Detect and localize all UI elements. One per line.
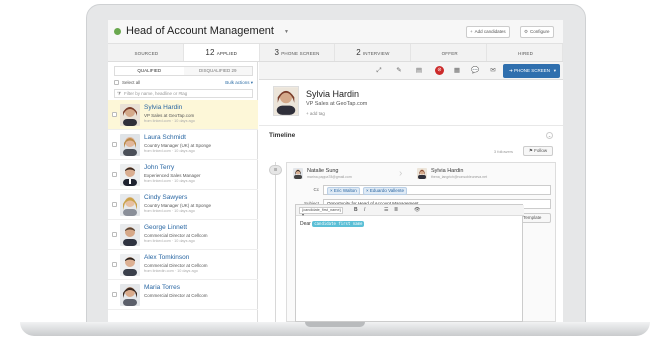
configure-button[interactable]: ⚙ Configure xyxy=(520,26,554,38)
filter-icon: ⧩ xyxy=(117,91,122,96)
gear-icon: ⚙ xyxy=(524,29,529,34)
avatar xyxy=(120,194,140,216)
laptop-notch xyxy=(305,322,365,327)
list-item[interactable]: Maria Torres Commercial Director at Cell… xyxy=(108,280,258,310)
cc-chip[interactable]: × Eric Walton xyxy=(327,187,360,195)
timeline-header: Timeline ⌄ xyxy=(259,126,563,146)
row-checkbox[interactable] xyxy=(112,112,117,117)
list-item[interactable]: Cindy Sawyers Country Manager (UK) at Sp… xyxy=(108,190,258,220)
stage-interview[interactable]: 2 INTERVIEW xyxy=(335,44,412,61)
insert-variable-select[interactable]: {candidate_first_name} ▾ xyxy=(299,207,343,217)
followers-count: 3 followers xyxy=(493,149,513,154)
email-body-editor[interactable]: {candidate_first_name} ▾ B I ☰ ≣ 👁 Dear … xyxy=(295,204,524,322)
disqualify-icon[interactable]: ⊘ xyxy=(435,66,444,75)
calendar-icon[interactable]: ▦ xyxy=(451,65,463,77)
candidate-headline: VP Sales at GeoTap.com xyxy=(306,101,368,107)
bullet-list-icon[interactable]: ≣ xyxy=(394,207,398,213)
profile-photo xyxy=(273,86,299,116)
sender-avatar xyxy=(293,168,303,179)
email-body-text: Dear candidate first name xyxy=(300,221,365,227)
follow-icon: ⚑ xyxy=(528,148,533,153)
qualification-tabs: QUALIFIED DISQUALIFIED 29 xyxy=(114,66,253,76)
arrow-right-icon: › xyxy=(399,168,403,179)
stage-offer[interactable]: OFFER xyxy=(411,44,488,61)
editor-toolbar: {candidate_first_name} ▾ B I ☰ ≣ 👁 xyxy=(296,205,524,217)
bulk-actions-menu[interactable]: Bulk actions ▾ xyxy=(225,80,253,86)
list-item[interactable]: Sylvia Hardin VP Sales at GeoTap.com fro… xyxy=(108,100,258,130)
email-icon[interactable]: ✉ xyxy=(487,65,499,77)
candidate-name: Sylvia Hardin xyxy=(306,89,360,99)
follow-button[interactable]: ⚑ Follow xyxy=(523,146,553,156)
bold-icon[interactable]: B xyxy=(354,207,358,213)
recipient-avatar xyxy=(417,168,427,179)
timeline-title: Timeline xyxy=(269,132,296,139)
avatar xyxy=(120,104,140,126)
stage-applied[interactable]: 12 APPLIED xyxy=(183,44,260,61)
add-candidates-button[interactable]: + Add candidates xyxy=(466,26,510,38)
select-all-checkbox[interactable] xyxy=(114,80,119,85)
row-checkbox[interactable] xyxy=(112,292,117,297)
avatar xyxy=(120,134,140,156)
cc-row: Cc × Eric Walton × Eduardo Vallente xyxy=(293,185,551,195)
tab-qualified[interactable]: QUALIFIED xyxy=(115,67,184,75)
avatar xyxy=(120,284,140,306)
tab-disqualified[interactable]: DISQUALIFIED 29 xyxy=(183,67,252,75)
avatar xyxy=(120,224,140,246)
status-dot xyxy=(114,28,121,35)
candidate-list: Sylvia Hardin VP Sales at GeoTap.com fro… xyxy=(108,100,258,310)
candidate-profile: Sylvia Hardin VP Sales at GeoTap.com + a… xyxy=(259,80,563,126)
select-all-label: Select all xyxy=(122,80,141,85)
avatar xyxy=(120,254,140,276)
row-checkbox[interactable] xyxy=(112,202,117,207)
job-header: Head of Account Management ▼ + Add candid… xyxy=(108,20,563,44)
stage-sourced[interactable]: SOURCED xyxy=(108,44,184,61)
stage-phone-screen[interactable]: 3 PHONE SCREEN xyxy=(260,44,336,61)
chevron-down-icon: ▾ xyxy=(553,68,556,73)
stage-hired[interactable]: HIRED xyxy=(487,44,563,61)
row-checkbox[interactable] xyxy=(112,172,117,177)
arrow-right-icon: ➔ xyxy=(509,68,513,73)
list-item[interactable]: John Terry Experienced Sales Manager fro… xyxy=(108,160,258,190)
chevron-down-icon[interactable]: ▼ xyxy=(284,29,289,35)
numbered-list-icon[interactable]: ☰ xyxy=(384,207,388,213)
document-icon[interactable]: ▤ xyxy=(413,65,425,77)
edit-icon[interactable]: ✎ xyxy=(393,65,405,77)
move-to-phone-screen-button[interactable]: ➔ PHONE SCREEN ▾ xyxy=(503,64,560,78)
cc-chip[interactable]: × Eduardo Vallente xyxy=(362,187,408,195)
cc-field[interactable]: × Eric Walton × Eduardo Vallente xyxy=(323,185,551,195)
job-title[interactable]: Head of Account Management xyxy=(126,25,274,37)
avatar xyxy=(120,164,140,186)
preview-icon[interactable]: 👁 xyxy=(414,207,420,213)
candidate-panel: QUALIFIED DISQUALIFIED 29 Select all Bul… xyxy=(108,62,258,322)
action-toolbar: ⤢ ✎ ▤ ⊘ ▦ 💬 ✉ ➔ PHONE SCREEN ▾ xyxy=(259,62,563,80)
variable-chip: candidate first name xyxy=(312,221,365,227)
row-checkbox[interactable] xyxy=(112,142,117,147)
disqualified-count: 29 xyxy=(231,68,237,73)
app-screen: Head of Account Management ▼ + Add candid… xyxy=(108,20,563,322)
list-item[interactable]: Alex Tomkinson Commercial Director at Ce… xyxy=(108,250,258,280)
select-all-row: Select all Bulk actions ▾ xyxy=(114,79,253,87)
timeline-line xyxy=(275,162,276,322)
collapse-icon[interactable]: ⌄ xyxy=(546,132,553,139)
plus-icon: + xyxy=(470,29,473,34)
expand-icon[interactable]: ⤢ xyxy=(373,65,385,77)
add-tag-link[interactable]: + add tag xyxy=(306,111,325,116)
list-item[interactable]: George Linnett Commercial Director at Ce… xyxy=(108,220,258,250)
candidate-filter-input[interactable]: ⧩ Filter by name, headline or #tag xyxy=(114,89,253,98)
candidate-detail: ⤢ ✎ ▤ ⊘ ▦ 💬 ✉ ➔ PHONE SCREEN ▾ Sylvia Ha… xyxy=(259,62,563,322)
comment-icon[interactable]: 💬 xyxy=(469,65,481,77)
pipeline-stages: SOURCED 12 APPLIED 3 PHONE SCREEN 2 INTERVI… xyxy=(108,44,563,62)
list-item[interactable]: Laura Schmidt Country Manager (UK) at Sp… xyxy=(108,130,258,160)
timeline-node-icon: ☰ xyxy=(269,165,282,175)
italic-icon[interactable]: I xyxy=(364,207,365,213)
row-checkbox[interactable] xyxy=(112,262,117,267)
row-checkbox[interactable] xyxy=(112,232,117,237)
